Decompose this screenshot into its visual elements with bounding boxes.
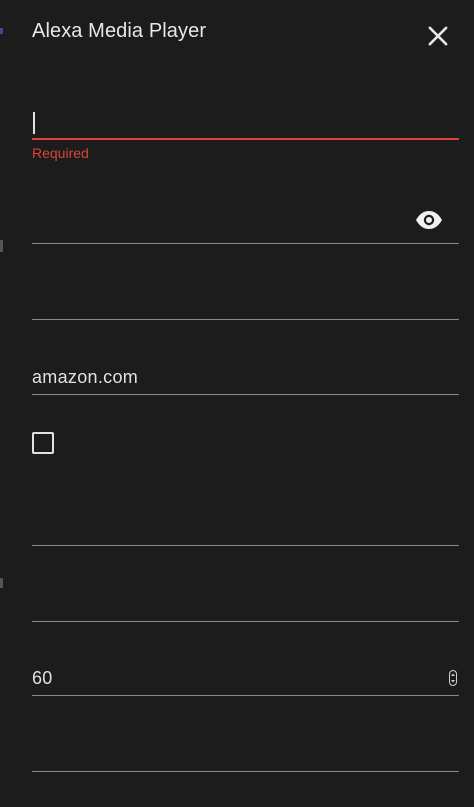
spinner-arrows-icon[interactable] xyxy=(449,670,457,686)
checkbox[interactable] xyxy=(32,432,54,454)
field-underline xyxy=(32,138,459,140)
text-field[interactable] xyxy=(32,498,459,546)
url-field[interactable]: amazon.com xyxy=(32,348,459,395)
field-underline xyxy=(32,394,459,395)
scan-interval-field[interactable]: 60 xyxy=(32,649,459,696)
config-dialog: Alexa Media Player Required amazon.com 6… xyxy=(0,0,474,807)
username-field[interactable] xyxy=(32,100,459,140)
field-underline xyxy=(32,319,459,320)
edge-mark xyxy=(0,578,3,588)
text-field[interactable] xyxy=(32,272,459,320)
error-message: Required xyxy=(32,145,89,161)
edge-mark xyxy=(0,28,3,34)
edge-mark xyxy=(0,240,3,252)
text-field[interactable] xyxy=(32,574,459,622)
eye-icon[interactable] xyxy=(415,210,443,230)
field-underline xyxy=(32,695,459,696)
dialog-title: Alexa Media Player xyxy=(32,20,207,42)
url-value: amazon.com xyxy=(32,367,139,387)
close-icon[interactable] xyxy=(424,22,452,50)
field-underline xyxy=(32,545,459,546)
password-field[interactable] xyxy=(32,196,459,244)
text-field[interactable] xyxy=(32,724,459,772)
field-underline xyxy=(32,771,459,772)
field-underline xyxy=(32,243,459,244)
text-caret xyxy=(33,112,35,134)
scan-interval-value: 60 xyxy=(32,668,53,688)
field-underline xyxy=(32,621,459,622)
